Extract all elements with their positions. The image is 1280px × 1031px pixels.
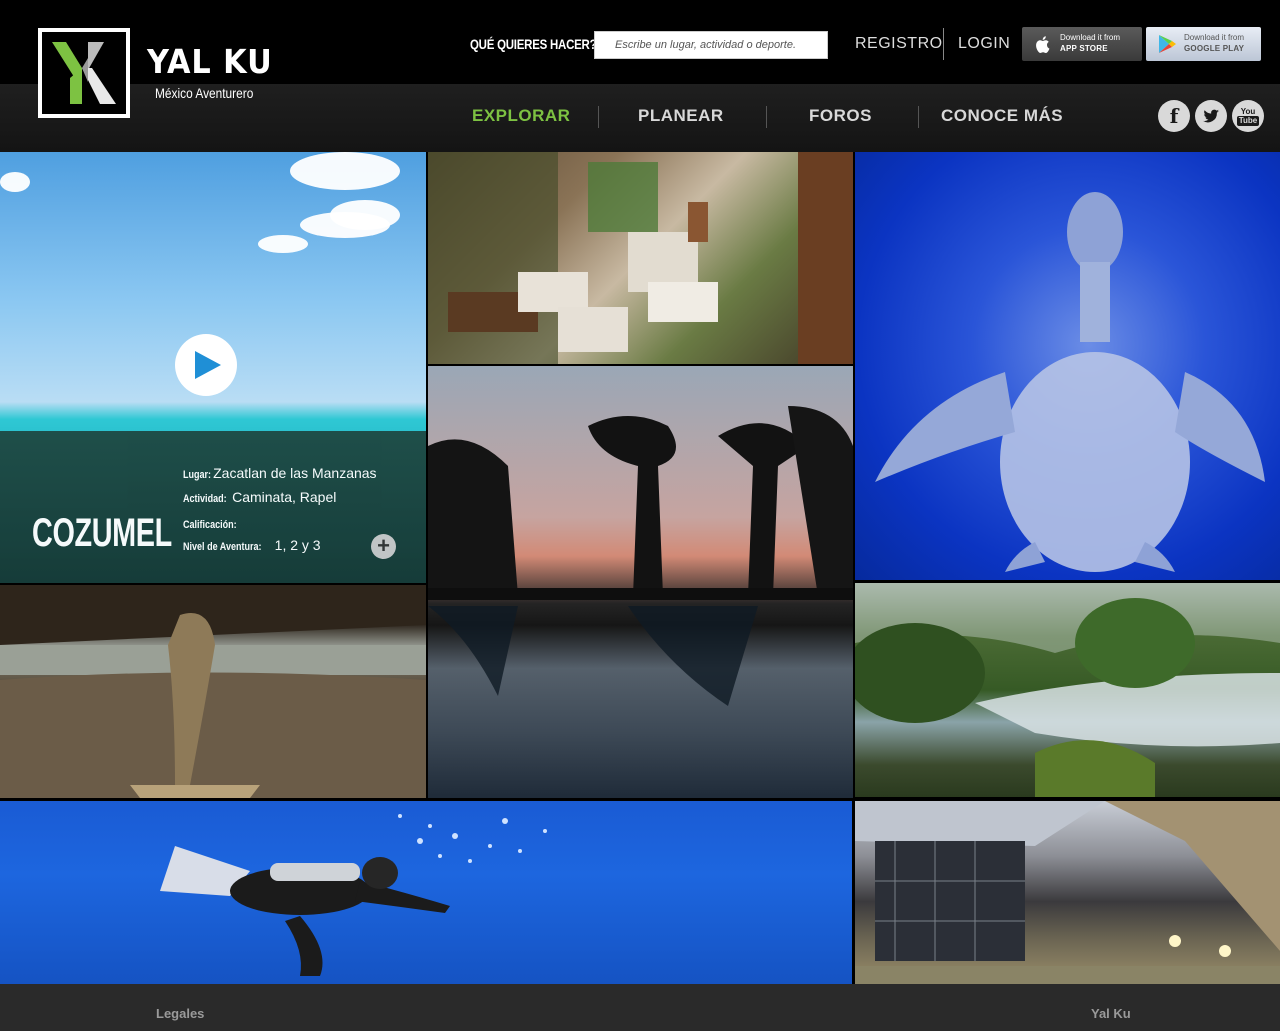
building-photo-image [855, 801, 1280, 984]
cloud [290, 152, 400, 190]
footer-brand-link[interactable]: Yal Ku [1091, 1006, 1131, 1021]
facebook-icon[interactable]: f [1158, 100, 1190, 132]
footer-legales-link[interactable]: Legales [156, 1006, 204, 1021]
photo-tile-sunset[interactable] [428, 366, 853, 798]
photo-tile-building[interactable] [855, 801, 1280, 984]
river-photo-image [855, 583, 1280, 797]
turtle-photo-image [875, 192, 1265, 572]
level-row: Nivel de Aventura: 1, 2 y 3 [183, 537, 321, 553]
nav-planear[interactable]: PLANEAR [638, 106, 724, 126]
brand-tagline: México Aventurero [155, 85, 254, 101]
search-label: QUÉ QUIERES HACER? [470, 36, 597, 52]
twitter-bird-icon [1203, 109, 1219, 123]
activity-label: Actividad: [183, 493, 227, 505]
photo-tile-turtle[interactable] [855, 152, 1280, 580]
sunset-photo-image [428, 406, 853, 706]
site-footer: Legales Yal Ku [0, 984, 1280, 1031]
register-link[interactable]: REGISTRO [855, 35, 943, 53]
google-play-line2: GOOGLE PLAY [1184, 44, 1245, 53]
search-input[interactable] [594, 31, 828, 59]
featured-tile-cozumel[interactable]: COZUMEL Lugar: Zacatlan de las Manzanas … [0, 152, 426, 583]
app-store-line2: APP STORE [1060, 44, 1108, 53]
terrace-photo-image [428, 152, 853, 364]
nav-divider [598, 106, 599, 128]
header-divider [943, 28, 944, 60]
nav-conoce-mas[interactable]: CONOCE MÁS [941, 106, 1063, 126]
cloud [0, 172, 30, 192]
brand-name: YAL KU [147, 42, 273, 81]
logo[interactable] [38, 28, 130, 118]
place-value: Zacatlan de las Manzanas [213, 465, 377, 481]
rating-label: Calificación: [183, 519, 237, 531]
app-store-button[interactable]: Download it from APP STORE [1022, 27, 1142, 61]
activity-row: Actividad: Caminata, Rapel [183, 489, 336, 505]
more-info-button[interactable]: + [371, 534, 396, 559]
app-store-line1: Download it from [1060, 33, 1121, 42]
login-link[interactable]: LOGIN [958, 35, 1010, 53]
photo-tile-terrace[interactable] [428, 152, 853, 364]
featured-info-panel: COZUMEL Lugar: Zacatlan de las Manzanas … [0, 431, 426, 583]
google-play-button[interactable]: Download it from GOOGLE PLAY [1146, 27, 1261, 61]
logo-mark-icon [52, 42, 116, 104]
nav-explorar[interactable]: EXPLORAR [472, 106, 570, 126]
diver-photo-image [160, 814, 547, 976]
cloud [258, 235, 308, 253]
activity-value: Caminata, Rapel [232, 489, 337, 505]
sculpture-photo-image [0, 585, 426, 798]
place-row: Lugar: Zacatlan de las Manzanas [183, 465, 377, 481]
nav-divider [918, 106, 919, 128]
youtube-icon[interactable]: You Tube [1232, 100, 1264, 132]
place-title: COZUMEL [32, 511, 172, 555]
photo-tile-river[interactable] [855, 583, 1280, 797]
photo-tile-sculpture[interactable] [0, 585, 426, 798]
photo-tile-diver[interactable] [0, 801, 852, 984]
play-button[interactable] [175, 334, 237, 396]
place-label: Lugar: [183, 469, 212, 481]
rating-row: Calificación: [183, 515, 240, 531]
nav-foros[interactable]: FOROS [809, 106, 872, 126]
apple-icon [1036, 36, 1050, 54]
google-play-line1: Download it from [1184, 33, 1245, 42]
site-header: YAL KU México Aventurero QUÉ QUIERES HAC… [0, 0, 1280, 152]
level-label: Nivel de Aventura: [183, 541, 262, 553]
level-value: 1, 2 y 3 [274, 537, 321, 553]
google-play-icon [1159, 35, 1176, 53]
nav-divider [766, 106, 767, 128]
play-icon [195, 351, 221, 379]
cloud [300, 212, 390, 238]
twitter-icon[interactable] [1195, 100, 1227, 132]
